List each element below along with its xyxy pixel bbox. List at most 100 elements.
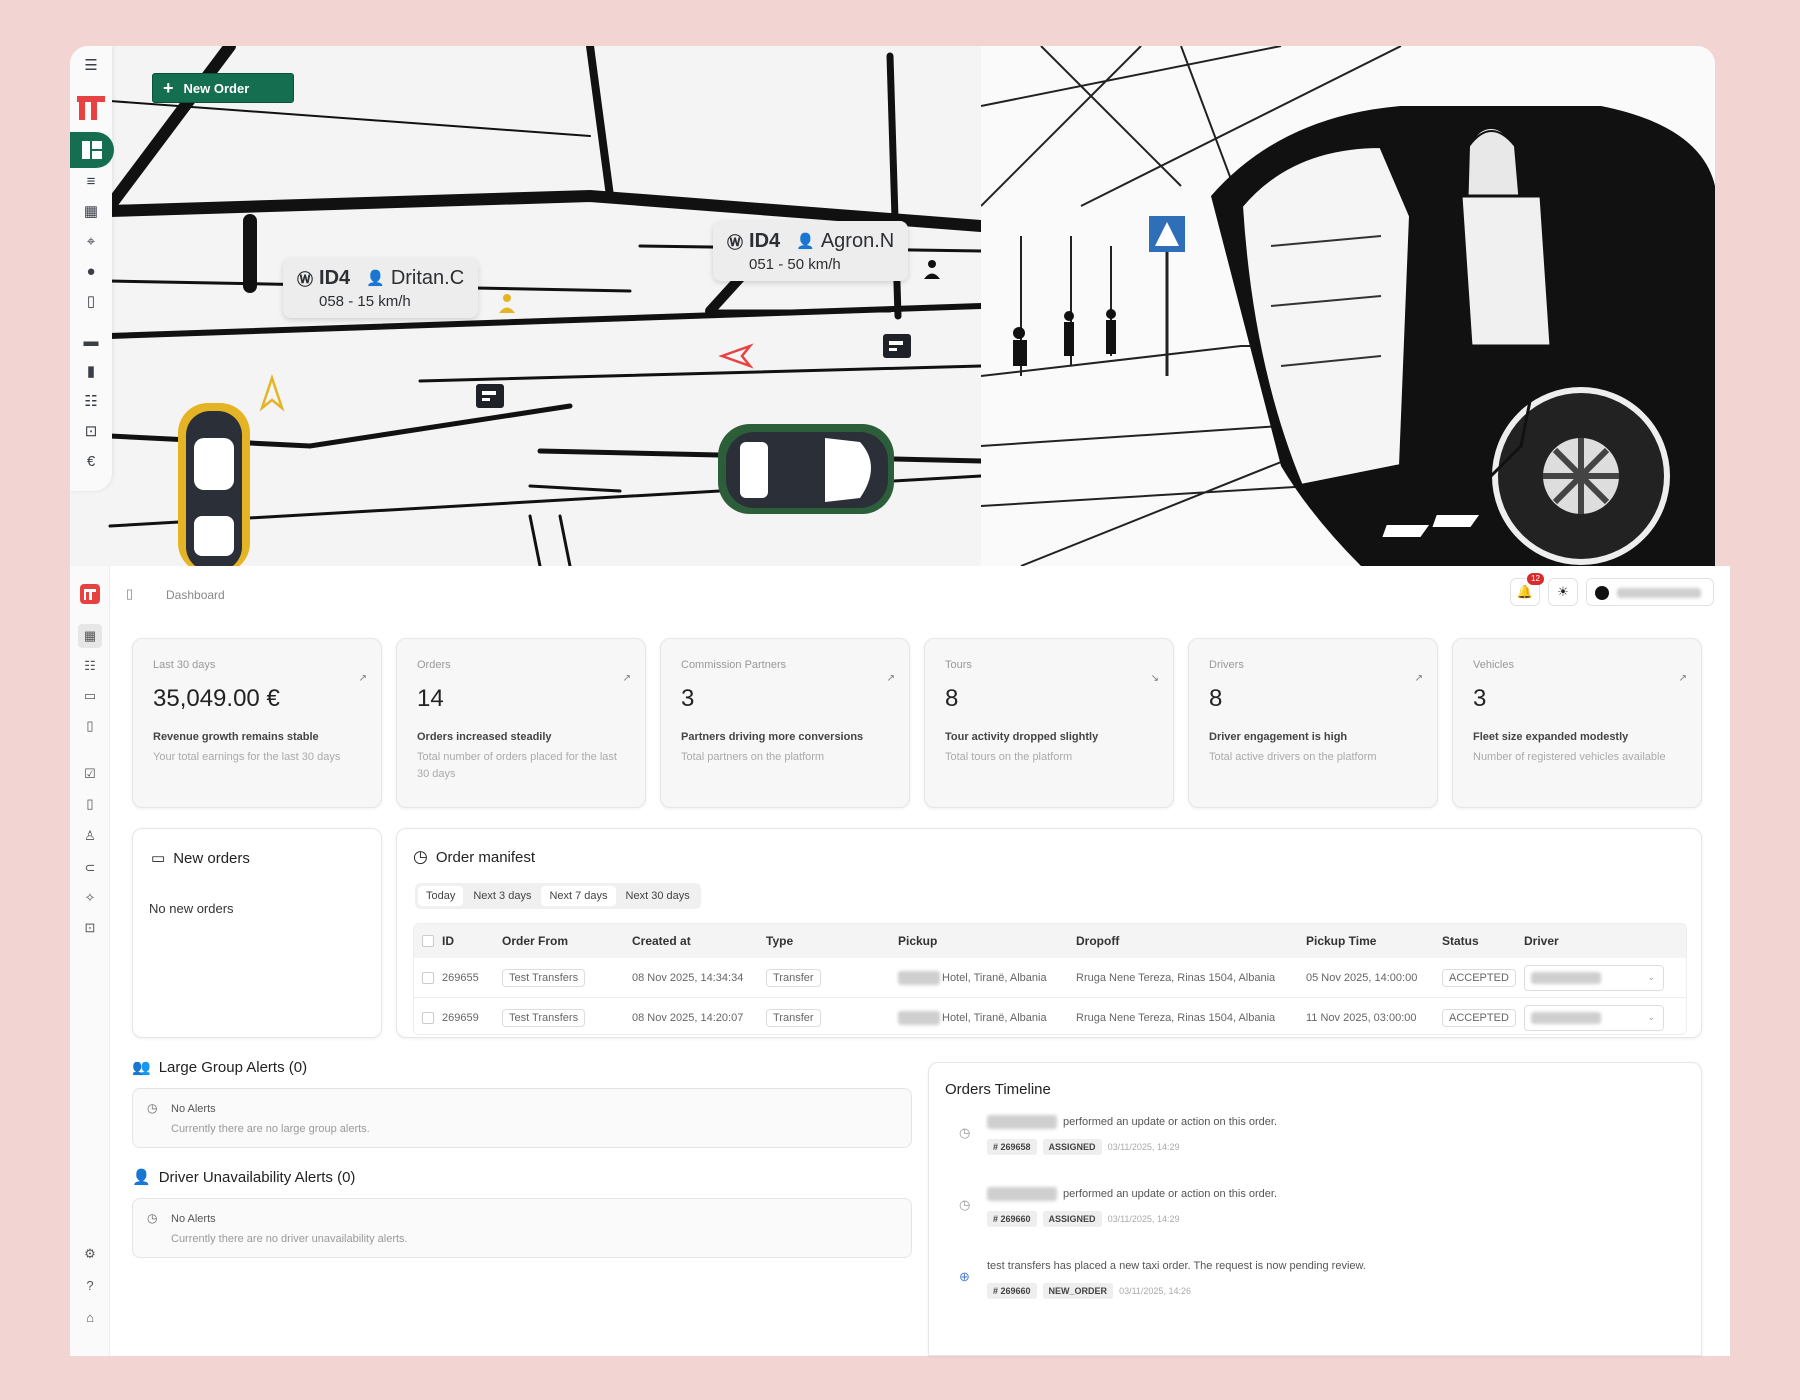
tab-next-3-days[interactable]: Next 3 days xyxy=(465,886,539,906)
user-name-redacted xyxy=(1617,588,1701,598)
table-header: ID Order From Created at Type Pickup Dro… xyxy=(414,924,1686,958)
chevron-down-icon: ⌄ xyxy=(1647,972,1655,982)
new-order-button[interactable]: + New Order xyxy=(152,73,294,103)
document-icon[interactable]: ▯ xyxy=(82,718,98,734)
avatar xyxy=(1595,586,1609,600)
checkbox-icon[interactable]: ☑ xyxy=(82,766,98,782)
list-icon[interactable]: ≡ xyxy=(81,172,101,192)
trend-up-icon: ↗ xyxy=(358,673,367,684)
alert-box: ◷ No Alerts Currently there are no drive… xyxy=(132,1198,912,1258)
dashboard-nav-active[interactable] xyxy=(70,132,114,168)
dashboard-icon[interactable]: ▦ xyxy=(78,624,102,648)
driver-icon: 👤 xyxy=(366,270,385,287)
hero-illustration xyxy=(981,46,1715,566)
tab-next-30-days[interactable]: Next 30 days xyxy=(618,886,698,906)
users-icon: 👥 xyxy=(132,1059,151,1076)
list-icon[interactable]: ☷ xyxy=(82,658,98,674)
table-row[interactable]: 269655 Test Transfers 08 Nov 2025, 14:34… xyxy=(414,958,1686,998)
calendar-icon: ▭ xyxy=(151,850,166,867)
driver-select[interactable]: ⌄ xyxy=(1524,965,1664,991)
vehicle-tag[interactable]: Ⓦ ID4 👤 Dritan.C 058 - 15 km/h xyxy=(283,258,479,318)
brand-logo-icon xyxy=(75,92,107,122)
driver-unavailability-header: 👤 Driver Unavailability Alerts (0) xyxy=(132,1168,356,1187)
fuel-icon[interactable]: ▮ xyxy=(81,362,101,382)
brand-logo-icon xyxy=(80,584,100,604)
vw-logo-icon: Ⓦ xyxy=(297,272,314,289)
car-icon[interactable]: ⊂ xyxy=(82,860,98,876)
notification-badge: 12 xyxy=(1527,573,1544,585)
stat-card: Commission Partners 3 ↗ Partners driving… xyxy=(660,638,910,808)
sun-icon: ☀ xyxy=(1557,584,1569,599)
dashboard-icon xyxy=(82,141,102,159)
user-menu[interactable] xyxy=(1586,578,1714,606)
notifications-button[interactable]: 🔔 12 xyxy=(1510,573,1544,606)
clock-icon: ◷ xyxy=(147,1211,158,1225)
clock-icon: ◷ xyxy=(959,1125,971,1140)
stat-card: Last 30 days 35,049.00 € ↗ Revenue growt… xyxy=(132,638,382,808)
redacted-text xyxy=(898,1011,940,1025)
large-group-alerts-header: 👥 Large Group Alerts (0) xyxy=(132,1058,308,1077)
euro-icon[interactable]: € xyxy=(81,452,101,472)
vehicle-tag[interactable]: Ⓦ ID4 👤 Agron.N 051 - 50 km/h xyxy=(713,221,909,281)
clock-icon: ◷ xyxy=(959,1197,971,1212)
plus-circle-icon: ⊕ xyxy=(959,1269,970,1284)
trend-up-icon: ↗ xyxy=(1414,673,1423,684)
redacted-text xyxy=(987,1187,1057,1201)
chauffeur-sketch xyxy=(981,46,1715,566)
stat-card: Orders 14 ↗ Orders increased steadily To… xyxy=(396,638,646,808)
nav-arrow-red xyxy=(718,343,754,369)
redacted-text xyxy=(1531,1012,1601,1024)
trend-up-icon: ↗ xyxy=(622,673,631,684)
stat-card: Vehicles 3 ↗ Fleet size expanded modestl… xyxy=(1452,638,1702,808)
redacted-text xyxy=(1531,972,1601,984)
dashboard-sidebar: ▦ ☷ ▭ ▯ ☑ ▯ ♙ ⊂ ✧ ⊡ ⚙ ? ⌂ xyxy=(70,566,110,1356)
user-icon[interactable]: ● xyxy=(81,262,101,282)
document-icon[interactable]: ▯ xyxy=(81,292,101,312)
bank-icon[interactable]: ⌂ xyxy=(82,1310,98,1326)
nav-arrow-yellow xyxy=(259,374,285,412)
orders-table: ID Order From Created at Type Pickup Dro… xyxy=(413,923,1687,1035)
route-icon[interactable]: ✧ xyxy=(82,890,98,906)
plus-icon: + xyxy=(163,77,174,98)
live-map[interactable]: ☰ ≡ ▦ ⌖ ● ▯ ▬ ▮ ☷ ⊡ € + New Order Ⓦ ID4 👤 D… xyxy=(70,46,981,566)
calendar-icon[interactable]: ▭ xyxy=(82,688,98,704)
new-orders-card: ▭ New orders No new orders xyxy=(132,828,382,1038)
theme-toggle-button[interactable]: ☀ xyxy=(1548,578,1578,606)
trend-down-icon: ↘ xyxy=(1150,673,1159,684)
toggle-sidebar-icon[interactable]: ▯ xyxy=(126,586,133,602)
checklist-icon[interactable]: ☷ xyxy=(81,392,101,412)
alert-box: ◷ No Alerts Currently there are no large… xyxy=(132,1088,912,1148)
stat-card: Drivers 8 ↗ Driver engagement is high To… xyxy=(1188,638,1438,808)
vw-logo-icon: Ⓦ xyxy=(727,235,744,252)
chevron-down-icon: ⌄ xyxy=(1647,1012,1655,1022)
driver-icon: 👤 xyxy=(796,233,815,250)
row-checkbox[interactable] xyxy=(422,972,434,984)
vehicle-settings-icon[interactable]: ⊡ xyxy=(82,920,98,936)
row-checkbox[interactable] xyxy=(422,1012,434,1024)
clock-icon: ◷ xyxy=(413,847,428,866)
car-icon[interactable]: ▬ xyxy=(81,332,101,352)
driver-select[interactable]: ⌄ xyxy=(1524,1005,1664,1031)
table-row[interactable]: 269659 Test Transfers 08 Nov 2025, 14:20… xyxy=(414,998,1686,1034)
select-all-checkbox[interactable] xyxy=(422,935,434,947)
user-minus-icon: 👤 xyxy=(132,1169,151,1186)
map-sidebar: ☰ ≡ ▦ ⌖ ● ▯ ▬ ▮ ☷ ⊡ € xyxy=(70,46,114,491)
settings-icon[interactable]: ⚙ xyxy=(82,1246,98,1262)
vehicle-settings-icon[interactable]: ⊡ xyxy=(81,422,101,442)
dashboard-panel: ▦ ☷ ▭ ▯ ☑ ▯ ♙ ⊂ ✧ ⊡ ⚙ ? ⌂ ▯ Dashboard 🔔 … xyxy=(70,566,1730,1356)
redacted-text xyxy=(987,1115,1057,1129)
location-icon[interactable]: ⌖ xyxy=(81,232,101,252)
date-range-tabs: Today Next 3 days Next 7 days Next 30 da… xyxy=(415,883,701,909)
tab-next-7-days[interactable]: Next 7 days xyxy=(541,886,616,906)
phone-icon[interactable]: ▯ xyxy=(82,796,98,812)
bell-icon: 🔔 xyxy=(1516,584,1534,599)
help-icon[interactable]: ? xyxy=(82,1278,98,1294)
trend-up-icon: ↗ xyxy=(886,673,895,684)
user-icon[interactable]: ♙ xyxy=(82,828,98,844)
redacted-text xyxy=(898,971,940,985)
menu-icon[interactable]: ☰ xyxy=(81,56,101,76)
calendar-icon[interactable]: ▦ xyxy=(81,202,101,222)
tab-today[interactable]: Today xyxy=(418,886,464,906)
order-manifest-card: ◷ Order manifest Today Next 3 days Next … xyxy=(396,828,1702,1038)
map-roads xyxy=(104,46,981,566)
